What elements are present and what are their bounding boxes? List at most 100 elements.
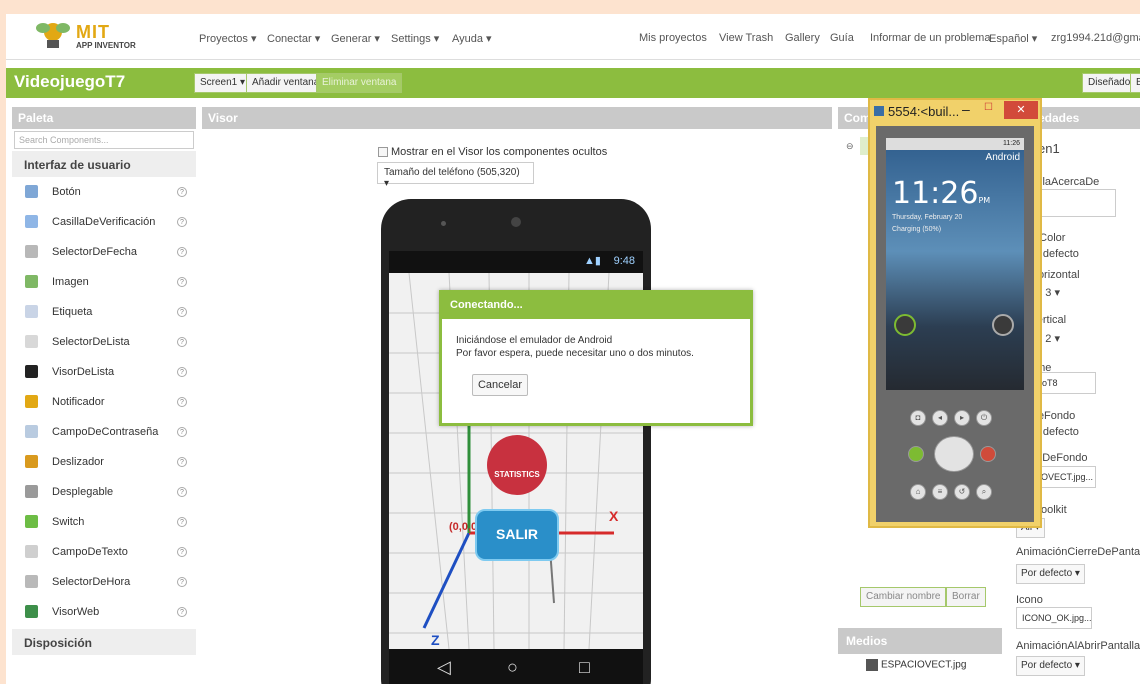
- link-report-problem[interactable]: Informar de un problema: [870, 32, 990, 44]
- emulator-titlebar[interactable]: 5554:<buil... – ☐ ✕: [870, 100, 1040, 124]
- clock-icon: [25, 575, 38, 588]
- help-icon[interactable]: ?: [177, 487, 187, 497]
- unlock-icon[interactable]: [894, 314, 916, 336]
- back-key-icon[interactable]: ↺: [954, 484, 970, 500]
- exit-button[interactable]: SALIR: [475, 509, 559, 561]
- logo-subtitle: APP INVENTOR: [76, 41, 136, 50]
- palette-item[interactable]: Notificador?: [12, 387, 196, 417]
- palette-item[interactable]: SelectorDeHora?: [12, 567, 196, 597]
- home-key-icon[interactable]: ⌂: [910, 484, 926, 500]
- logo-title: MIT: [76, 22, 110, 42]
- link-mis-proyectos[interactable]: Mis proyectos: [639, 32, 707, 44]
- link-view-trash[interactable]: View Trash: [719, 32, 773, 44]
- rename-button[interactable]: Cambiar nombre: [860, 587, 947, 607]
- help-icon[interactable]: ?: [177, 457, 187, 467]
- palette-item[interactable]: VisorWeb?: [12, 597, 196, 627]
- palette-item[interactable]: Imagen?: [12, 267, 196, 297]
- category-user-interface[interactable]: Interfaz de usuario: [12, 151, 196, 177]
- palette-list: Botón? CasillaDeVerificación? SelectorDeFe…: [12, 177, 196, 627]
- camera-key-icon[interactable]: ◘: [910, 410, 926, 426]
- power-icon[interactable]: ⏻: [976, 410, 992, 426]
- palette-item[interactable]: CampoDeTexto?: [12, 537, 196, 567]
- delete-button[interactable]: Borrar: [946, 587, 986, 607]
- image-icon: [25, 275, 38, 288]
- statistics-button[interactable]: STATISTICS: [487, 435, 547, 495]
- menu-ayuda[interactable]: Ayuda ▾: [452, 32, 492, 45]
- cancel-button[interactable]: Cancelar: [472, 374, 528, 396]
- help-icon[interactable]: ?: [177, 367, 187, 377]
- help-icon[interactable]: ?: [177, 517, 187, 527]
- maximize-icon[interactable]: ☐: [984, 102, 993, 113]
- call-icon[interactable]: [908, 446, 924, 462]
- password-icon: [25, 425, 38, 438]
- menu-proyectos[interactable]: Proyectos ▾: [199, 32, 257, 45]
- search-components-input[interactable]: Search Components...: [14, 131, 194, 149]
- blocks-button[interactable]: B: [1130, 73, 1140, 93]
- checkbox-icon: [25, 215, 38, 228]
- add-screen-button[interactable]: Añadir ventana: [246, 73, 326, 93]
- menu-conectar[interactable]: Conectar ▾: [267, 32, 320, 45]
- media-file-item[interactable]: ESPACIOVECT.jpg: [866, 659, 966, 671]
- exit-label: SALIR: [496, 526, 538, 542]
- menu-settings[interactable]: Settings ▾: [391, 32, 439, 45]
- menu-generar[interactable]: Generar ▾: [331, 32, 380, 45]
- svg-text:X: X: [609, 508, 619, 524]
- palette-item[interactable]: CampoDeContraseña?: [12, 417, 196, 447]
- screen-select-button[interactable]: Screen1 ▾: [194, 73, 252, 93]
- show-hidden-checkbox[interactable]: [378, 147, 388, 158]
- emulator-app-icon: [874, 106, 884, 116]
- help-icon[interactable]: ?: [177, 217, 187, 227]
- home-icon[interactable]: ○: [507, 657, 518, 678]
- show-hidden-checkbox-row[interactable]: Mostrar en el Visor los componentes ocul…: [378, 146, 607, 158]
- app-window: MIT APP INVENTOR Proyectos ▾ Conectar ▾ …: [6, 14, 1140, 684]
- prop-close-animation-select[interactable]: Por defecto ▾: [1016, 564, 1085, 584]
- palette-item[interactable]: Switch?: [12, 507, 196, 537]
- palette-item[interactable]: Botón?: [12, 177, 196, 207]
- volume-up-icon[interactable]: ▸: [954, 410, 970, 426]
- palette-item[interactable]: Desplegable?: [12, 477, 196, 507]
- palette-item[interactable]: VisorDeLista?: [12, 357, 196, 387]
- category-layout[interactable]: Disposición: [12, 629, 196, 655]
- minimize-icon[interactable]: –: [962, 101, 970, 117]
- phone-size-select[interactable]: Tamaño del teléfono (505,320) ▾: [377, 162, 534, 189]
- palette-item[interactable]: Etiqueta?: [12, 297, 196, 327]
- palette-item-label: Switch: [52, 516, 85, 528]
- link-gallery[interactable]: Gallery: [785, 32, 820, 44]
- help-icon[interactable]: ?: [177, 247, 187, 257]
- menu-key-icon[interactable]: ≡: [932, 484, 948, 500]
- phone-nav-bar: ◁ ○ □: [389, 649, 643, 684]
- prop-open-animation-select[interactable]: Por defecto ▾: [1016, 656, 1085, 676]
- palette-item[interactable]: Deslizador?: [12, 447, 196, 477]
- help-icon[interactable]: ?: [177, 307, 187, 317]
- prop-icon-input[interactable]: ICONO_OK.jpg...: [1016, 607, 1092, 629]
- sound-icon[interactable]: [992, 314, 1014, 336]
- back-icon[interactable]: ◁: [437, 657, 451, 678]
- help-icon[interactable]: ?: [177, 187, 187, 197]
- palette-item-label: Imagen: [52, 276, 89, 288]
- palette-item[interactable]: CasillaDeVerificación?: [12, 207, 196, 237]
- remove-screen-button[interactable]: Eliminar ventana: [316, 73, 403, 93]
- help-icon[interactable]: ?: [177, 427, 187, 437]
- help-icon[interactable]: ?: [177, 577, 187, 587]
- help-icon[interactable]: ?: [177, 607, 187, 617]
- emulator-clock: 11:26PM: [892, 176, 990, 211]
- help-icon[interactable]: ?: [177, 397, 187, 407]
- palette-item-label: Notificador: [52, 396, 105, 408]
- close-icon[interactable]: ✕: [1004, 101, 1038, 119]
- language-select[interactable]: Español ▾: [989, 32, 1037, 45]
- help-icon[interactable]: ?: [177, 337, 187, 347]
- palette-item[interactable]: SelectorDeLista?: [12, 327, 196, 357]
- app-inventor-logo[interactable]: MIT APP INVENTOR: [36, 20, 146, 54]
- recents-icon[interactable]: □: [579, 657, 590, 678]
- dpad-icon[interactable]: [934, 436, 974, 472]
- search-key-icon[interactable]: ⌕: [976, 484, 992, 500]
- collapse-tree-icon[interactable]: ⊖: [846, 141, 854, 152]
- help-icon[interactable]: ?: [177, 277, 187, 287]
- help-icon[interactable]: ?: [177, 547, 187, 557]
- emulator-device: 11:26 Android 11:26PM Thursday, February…: [876, 126, 1034, 522]
- volume-down-icon[interactable]: ◂: [932, 410, 948, 426]
- link-guia[interactable]: Guía: [830, 32, 854, 44]
- account-menu[interactable]: zrg1994.21d@gmail.c: [1051, 32, 1140, 44]
- palette-item[interactable]: SelectorDeFecha?: [12, 237, 196, 267]
- end-call-icon[interactable]: [980, 446, 996, 462]
